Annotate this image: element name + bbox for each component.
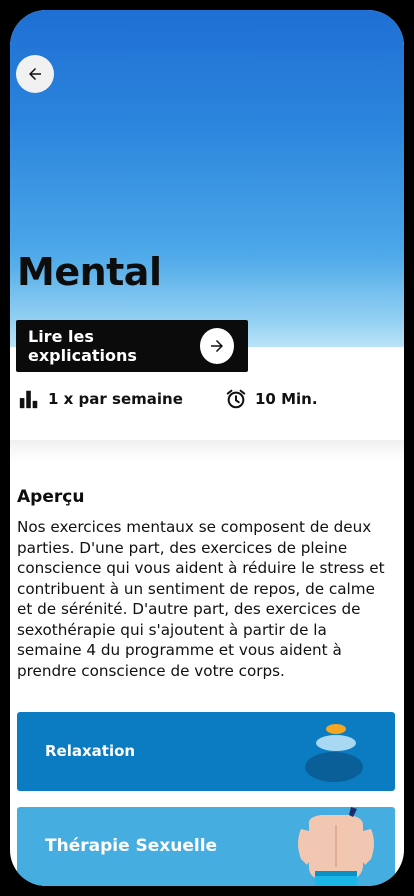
read-explanations-button[interactable]: Lire les explications	[16, 320, 248, 372]
person-back-illustration	[298, 807, 374, 886]
overview-text: Nos exercices mentaux se composent de de…	[17, 518, 385, 680]
arrow-left-icon	[29, 68, 41, 80]
duration-info: 10 Min.	[225, 384, 318, 414]
frequency-info: 1 x par semaine	[18, 384, 183, 414]
hero-background	[10, 10, 404, 347]
screen: Mental Lire les explications 1 x par sem…	[10, 10, 404, 886]
device-frame: Mental Lire les explications 1 x par sem…	[0, 0, 414, 896]
arrow-right-icon	[210, 340, 223, 352]
overview-title: Aperçu	[17, 487, 85, 507]
session-info: 1 x par semaine 10 Min.	[18, 384, 398, 414]
alarm-clock-icon	[226, 389, 246, 409]
bar-chart-icon	[19, 390, 38, 409]
relaxation-card[interactable]: Relaxation	[17, 712, 395, 791]
arrow-circle	[199, 328, 234, 364]
relaxation-card-label: Relaxation	[45, 742, 136, 760]
sexual-therapy-card[interactable]: Thérapie Sexuelle	[17, 807, 395, 886]
read-explanations-label: Lire les explications	[28, 327, 137, 365]
section-divider	[10, 440, 404, 462]
duration-text: 10 Min.	[255, 390, 318, 408]
stacked-stones-illustration	[305, 724, 363, 782]
sexual-therapy-card-label: Thérapie Sexuelle	[45, 836, 218, 856]
frequency-text: 1 x par semaine	[48, 390, 183, 408]
page-title: Mental	[17, 250, 162, 294]
back-button[interactable]	[16, 55, 54, 93]
